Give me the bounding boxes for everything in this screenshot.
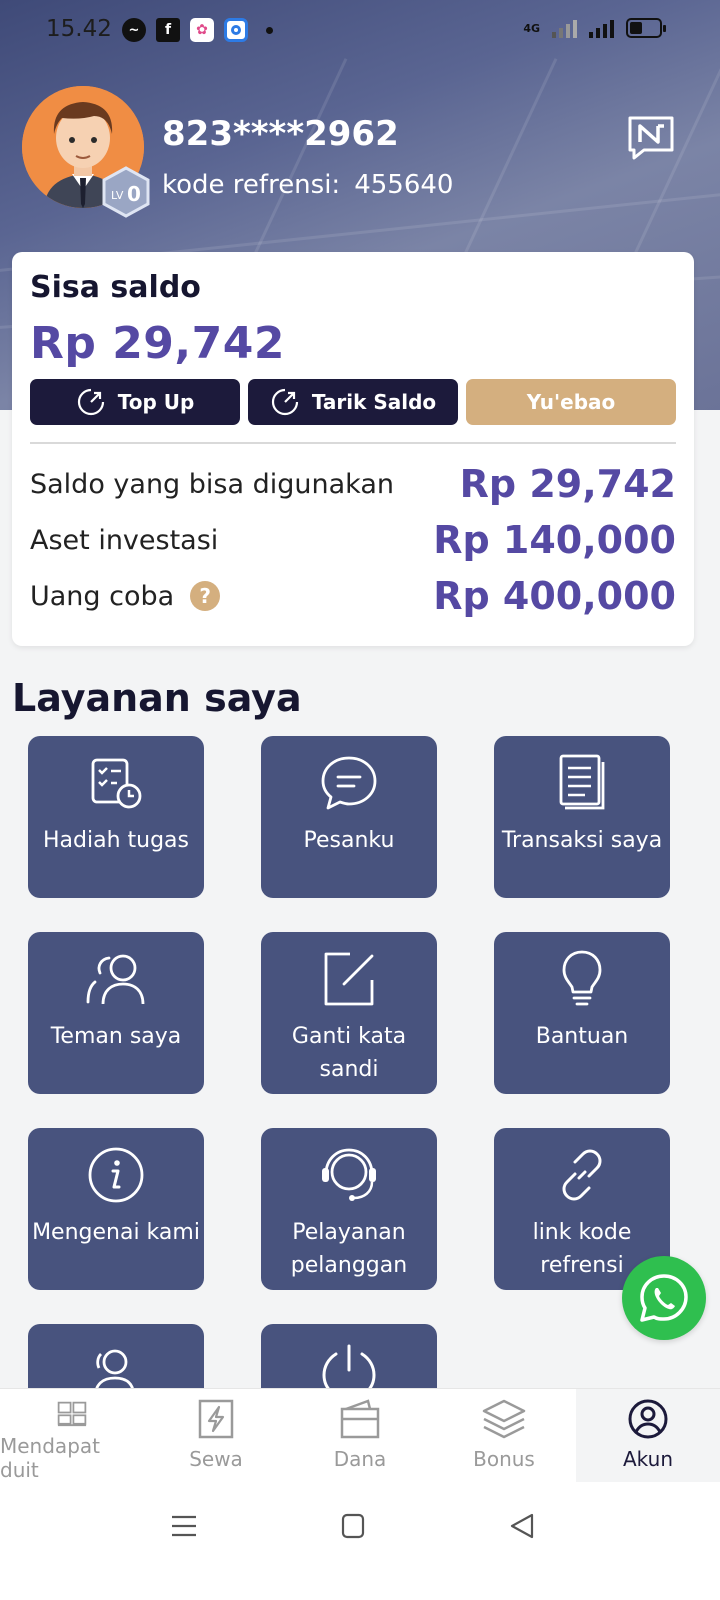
service-change-password[interactable]: Ganti kata sandi xyxy=(261,932,437,1094)
referral-code: 455640 xyxy=(354,170,454,200)
withdraw-icon xyxy=(271,388,298,416)
row-value: Rp 29,742 xyxy=(459,462,676,506)
menu-icon[interactable] xyxy=(170,1512,198,1540)
edit-password-icon xyxy=(324,952,374,1006)
layers-icon xyxy=(482,1399,526,1439)
signal-1-icon xyxy=(552,18,577,38)
nav-label: Akun xyxy=(623,1447,673,1471)
level-badge: LV 0 xyxy=(98,166,154,218)
nav-label: Mendapat duit xyxy=(0,1434,100,1482)
nav-item-earn[interactable]: Mendapat duit xyxy=(0,1389,144,1482)
link-icon xyxy=(562,1149,602,1201)
status-time: 15.42 xyxy=(46,16,112,42)
service-transactions[interactable]: Transaksi saya xyxy=(494,736,670,898)
balance-row-available: Saldo yang bisa digunakan Rp 29,742 xyxy=(30,462,676,506)
balance-amount: Rp 29,742 xyxy=(30,318,285,369)
service-about-us[interactable]: Mengenai kami xyxy=(28,1128,204,1290)
service-label: Mengenai kami xyxy=(32,1220,200,1245)
row-label: Uang coba xyxy=(30,580,175,612)
more-notifications-icon xyxy=(266,26,273,34)
signal-2-icon xyxy=(589,18,614,38)
row-value: Rp 400,000 xyxy=(433,574,676,618)
service-messages[interactable]: Pesanku xyxy=(261,736,437,898)
row-label: Saldo yang bisa digunakan xyxy=(30,468,394,500)
battery-icon xyxy=(626,18,666,38)
bottom-navigation: Mendapat duit Sewa Dana Bonus Akun xyxy=(0,1388,720,1482)
service-help[interactable]: Bantuan xyxy=(494,932,670,1094)
balance-title: Sisa saldo xyxy=(30,270,201,305)
top-up-label: Top Up xyxy=(117,390,195,414)
home-icon[interactable] xyxy=(340,1512,366,1540)
service-label: Pesanku xyxy=(303,828,395,853)
nav-label: Dana xyxy=(333,1447,387,1471)
messenger-icon: ~ xyxy=(122,18,146,42)
svg-text:LV: LV xyxy=(111,189,124,202)
service-task-reward[interactable]: Hadiah tugas xyxy=(28,736,204,898)
service-customer-service[interactable]: Pelayanan pelanggan xyxy=(261,1128,437,1290)
balance-row-investment: Aset investasi Rp 140,000 xyxy=(30,518,676,562)
row-label: Aset investasi xyxy=(30,524,219,556)
nav-item-account[interactable]: Akun xyxy=(576,1389,720,1482)
nav-item-bonus[interactable]: Bonus xyxy=(432,1389,576,1482)
grid-icon xyxy=(57,1401,87,1427)
message-icon xyxy=(321,756,377,810)
yuebao-button[interactable]: Yu'ebao xyxy=(466,379,676,425)
app-notification-icon xyxy=(224,18,248,42)
help-icon[interactable]: ? xyxy=(190,581,221,611)
whatsapp-icon xyxy=(640,1274,688,1322)
friends-icon xyxy=(86,954,145,1005)
divider xyxy=(30,442,676,444)
service-label: Teman saya xyxy=(50,1024,182,1049)
facebook-icon: f xyxy=(156,18,180,42)
referral-row: kode refrensi: 455640 xyxy=(162,170,453,200)
withdraw-button[interactable]: Tarik Saldo xyxy=(248,379,458,425)
nav-item-funds[interactable]: Dana xyxy=(288,1389,432,1482)
service-label: Pelayanan pelanggan xyxy=(290,1220,408,1278)
yuebao-label: Yu'ebao xyxy=(526,390,616,414)
back-icon[interactable] xyxy=(508,1512,536,1540)
lightning-icon xyxy=(198,1399,234,1439)
lightbulb-icon xyxy=(562,950,602,1006)
service-friends[interactable]: Teman saya xyxy=(28,932,204,1094)
row-value: Rp 140,000 xyxy=(433,518,676,562)
top-up-icon xyxy=(77,388,104,416)
referral-label: kode refrensi: xyxy=(162,170,341,200)
service-label: Ganti kata sandi xyxy=(291,1024,407,1082)
notification-icons: ~ f ✿ xyxy=(122,18,273,42)
photos-icon: ✿ xyxy=(190,18,214,42)
transactions-icon xyxy=(559,754,605,810)
nav-item-rent[interactable]: Sewa xyxy=(144,1389,288,1482)
svg-text:0: 0 xyxy=(127,182,141,206)
notification-button[interactable] xyxy=(626,114,676,162)
services-title: Layanan saya xyxy=(12,676,302,720)
system-navigation-bar xyxy=(0,1482,720,1600)
wallet-icon xyxy=(340,1399,380,1439)
whatsapp-button[interactable] xyxy=(622,1256,706,1340)
service-label: Transaksi saya xyxy=(501,828,663,853)
service-label: Hadiah tugas xyxy=(43,828,189,853)
service-label: Bantuan xyxy=(535,1024,629,1049)
row-label-wrap: Uang coba ? xyxy=(30,580,221,612)
nav-label: Sewa xyxy=(189,1447,243,1471)
balance-card: Sisa saldo Rp 29,742 Top Up Tarik Saldo … xyxy=(12,252,694,646)
status-bar: 15.42 ~ f ✿ 4G xyxy=(0,0,720,64)
username: 823****2962 xyxy=(162,114,399,154)
withdraw-label: Tarik Saldo xyxy=(311,390,437,414)
nav-label: Bonus xyxy=(473,1447,535,1471)
task-reward-icon xyxy=(91,758,142,809)
user-circle-icon xyxy=(628,1399,668,1439)
headset-icon xyxy=(322,1148,376,1201)
network-type: 4G xyxy=(523,21,540,35)
top-up-button[interactable]: Top Up xyxy=(30,379,240,425)
balance-row-trial: Uang coba ? Rp 400,000 xyxy=(30,574,676,618)
info-icon xyxy=(88,1147,144,1203)
